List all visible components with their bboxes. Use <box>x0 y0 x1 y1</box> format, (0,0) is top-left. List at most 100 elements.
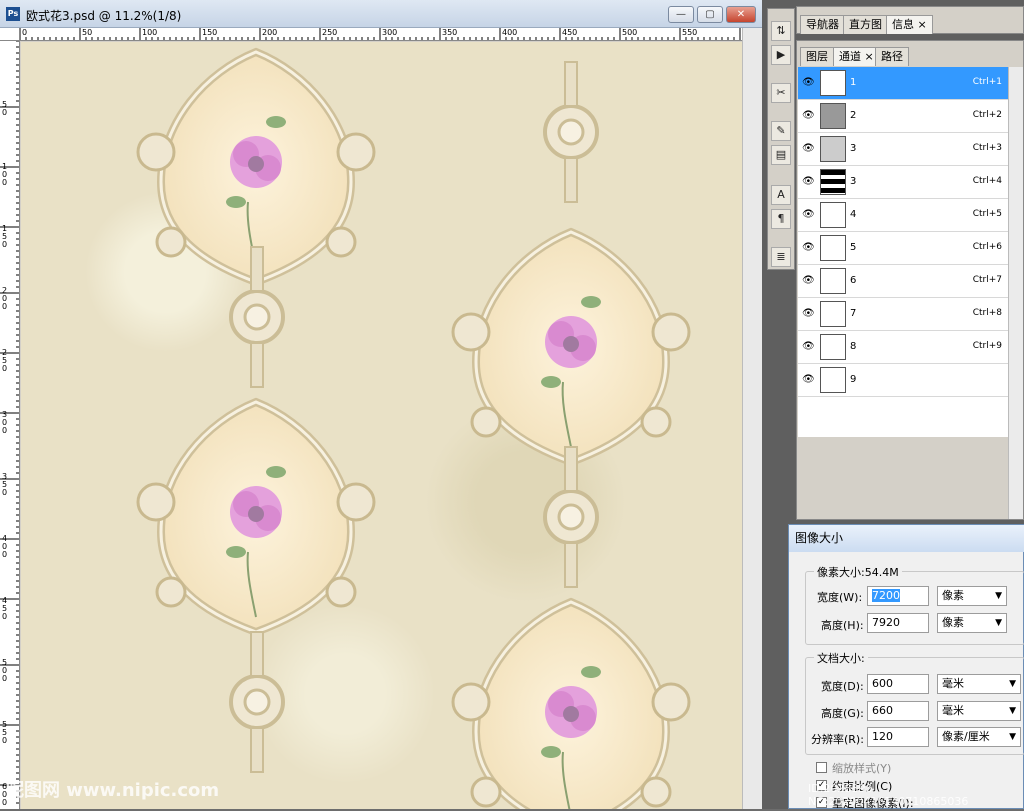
navigator-panel: 导航器 直方图 信息 × <box>796 6 1024 34</box>
channel-row[interactable]: 👁 3 Ctrl+3 <box>798 133 1008 166</box>
ruler-corner[interactable] <box>0 28 20 41</box>
doc-width-unit: 毫米 <box>942 677 964 690</box>
channel-thumbnail <box>820 169 846 195</box>
ruler-label: 200 <box>262 28 278 37</box>
channel-shortcut: Ctrl+5 <box>972 209 1002 219</box>
eye-icon[interactable]: 👁 <box>802 110 816 122</box>
play-icon[interactable]: ▶ <box>771 45 791 65</box>
tab-layers[interactable]: 图层 <box>800 47 834 66</box>
width-label: 宽度(W): <box>817 591 863 604</box>
pixel-dimensions-group: 像素大小:54.4M <box>805 564 1024 645</box>
doc-height-input[interactable]: 660 <box>867 701 929 721</box>
channel-shortcut: Ctrl+1 <box>972 77 1002 87</box>
chevron-down-icon: ▼ <box>1009 732 1016 742</box>
channel-name: 3 <box>850 176 857 187</box>
close-icon[interactable]: × <box>865 50 874 63</box>
eye-icon[interactable]: 👁 <box>802 341 816 353</box>
doc-width-unit-select[interactable]: 毫米 ▼ <box>937 674 1021 694</box>
tab-channels[interactable]: 通道 × <box>833 47 880 66</box>
ruler-label: 350 <box>2 472 8 497</box>
channel-thumbnail <box>820 334 846 360</box>
tools-icon[interactable]: ✂ <box>771 83 791 103</box>
horizontal-ruler[interactable]: 0 50 100 150 200 250 300 350 400 450 500… <box>20 28 742 41</box>
doc-height-unit: 毫米 <box>942 704 964 717</box>
ruler-label: 150 <box>202 28 218 37</box>
tab-navigator[interactable]: 导航器 <box>800 15 845 34</box>
close-icon[interactable]: × <box>918 18 927 31</box>
document-window: Ps 欧式花3.psd @ 11.2%(1/8) — ▢ ✕ 0 50 100 … <box>0 0 762 809</box>
navigator-icon[interactable]: ⇅ <box>771 21 791 41</box>
ruler-label: 200 <box>2 286 8 311</box>
resolution-unit-select[interactable]: 像素/厘米 ▼ <box>937 727 1021 747</box>
panel-toolstrip: ⇅ ▶ ✂ ✎ ▤ A ¶ ≣ <box>767 8 795 270</box>
height-input[interactable]: 7920 <box>867 613 929 633</box>
height-label: 高度(H): <box>821 619 864 632</box>
vertical-scrollbar[interactable] <box>742 28 762 809</box>
notes-icon[interactable]: ≣ <box>771 247 791 267</box>
eye-icon[interactable]: 👁 <box>802 242 816 254</box>
image-canvas[interactable] <box>21 42 742 809</box>
eye-icon[interactable]: 👁 <box>802 176 816 188</box>
paragraph-icon[interactable]: ¶ <box>771 209 791 229</box>
tab-info-label: 信息 <box>892 18 914 31</box>
close-button[interactable]: ✕ <box>726 6 756 23</box>
brush-icon[interactable]: ✎ <box>771 121 791 141</box>
channel-name: 7 <box>850 308 857 319</box>
ruler-label: 300 <box>382 28 398 37</box>
maximize-button[interactable]: ▢ <box>697 6 723 23</box>
chevron-down-icon: ▼ <box>1009 706 1016 716</box>
chevron-down-icon: ▼ <box>995 618 1002 628</box>
eye-icon[interactable]: 👁 <box>802 77 816 89</box>
character-icon[interactable]: A <box>771 185 791 205</box>
channel-scrollbar[interactable] <box>1008 67 1023 519</box>
eye-icon[interactable]: 👁 <box>802 374 816 386</box>
scale-styles-checkbox[interactable] <box>816 762 827 773</box>
channel-row[interactable]: 👁 1 Ctrl+1 <box>798 67 1008 100</box>
pixel-size-label: 像素大小:54.4M <box>814 564 902 580</box>
chevron-down-icon: ▼ <box>995 591 1002 601</box>
doc-width-label: 宽度(D): <box>821 680 864 693</box>
channel-row[interactable]: 👁 5 Ctrl+6 <box>798 232 1008 265</box>
channel-row[interactable]: 👁 4 Ctrl+5 <box>798 199 1008 232</box>
channel-thumbnail <box>820 103 846 129</box>
channel-row[interactable]: 👁 9 <box>798 364 1008 397</box>
resolution-input[interactable]: 120 <box>867 727 929 747</box>
tab-paths[interactable]: 路径 <box>875 47 909 66</box>
tab-histogram[interactable]: 直方图 <box>843 15 888 34</box>
document-titlebar[interactable]: Ps 欧式花3.psd @ 11.2%(1/8) — ▢ ✕ <box>0 0 762 28</box>
width-input[interactable]: 7200 <box>867 586 929 606</box>
photoshop-icon: Ps <box>6 7 20 21</box>
eye-icon[interactable]: 👁 <box>802 275 816 287</box>
stamp-icon[interactable]: ▤ <box>771 145 791 165</box>
vertical-ruler[interactable]: 50 100 150 200 250 300 350 400 450 500 5… <box>0 41 20 809</box>
height-unit-select[interactable]: 像素 ▼ <box>937 613 1007 633</box>
tab-channels-label: 通道 <box>839 50 861 63</box>
channel-shortcut: Ctrl+8 <box>972 308 1002 318</box>
ruler-label: 450 <box>2 596 8 621</box>
width-unit-select[interactable]: 像素 ▼ <box>937 586 1007 606</box>
channel-row[interactable]: 👁 6 Ctrl+7 <box>798 265 1008 298</box>
width-value: 7200 <box>872 589 900 602</box>
doc-width-input[interactable]: 600 <box>867 674 929 694</box>
channel-name: 9 <box>850 374 857 385</box>
doc-height-unit-select[interactable]: 毫米 ▼ <box>937 701 1021 721</box>
ruler-label: 100 <box>2 162 8 187</box>
channel-row[interactable]: 👁 8 Ctrl+9 <box>798 331 1008 364</box>
eye-icon[interactable]: 👁 <box>802 143 816 155</box>
channel-row[interactable]: 👁 7 Ctrl+8 <box>798 298 1008 331</box>
ruler-label: 550 <box>2 720 8 745</box>
channel-row[interactable]: 👁 3 Ctrl+4 <box>798 166 1008 199</box>
watermark-id: ID:2028896 NO:20200416140710865036 <box>808 782 969 808</box>
ruler-label: 250 <box>2 348 8 373</box>
tab-info[interactable]: 信息 × <box>886 15 933 34</box>
eye-icon[interactable]: 👁 <box>802 308 816 320</box>
channel-name: 4 <box>850 209 857 220</box>
watermark: 昵图网 www.nipic.com <box>6 780 220 801</box>
eye-icon[interactable]: 👁 <box>802 209 816 221</box>
minimize-button[interactable]: — <box>668 6 694 23</box>
channel-name: 2 <box>850 110 857 121</box>
ruler-label: 450 <box>562 28 578 37</box>
channel-row[interactable]: 👁 2 Ctrl+2 <box>798 100 1008 133</box>
channel-shortcut: Ctrl+4 <box>972 176 1002 186</box>
dialog-title[interactable]: 图像大小 <box>789 525 1024 552</box>
